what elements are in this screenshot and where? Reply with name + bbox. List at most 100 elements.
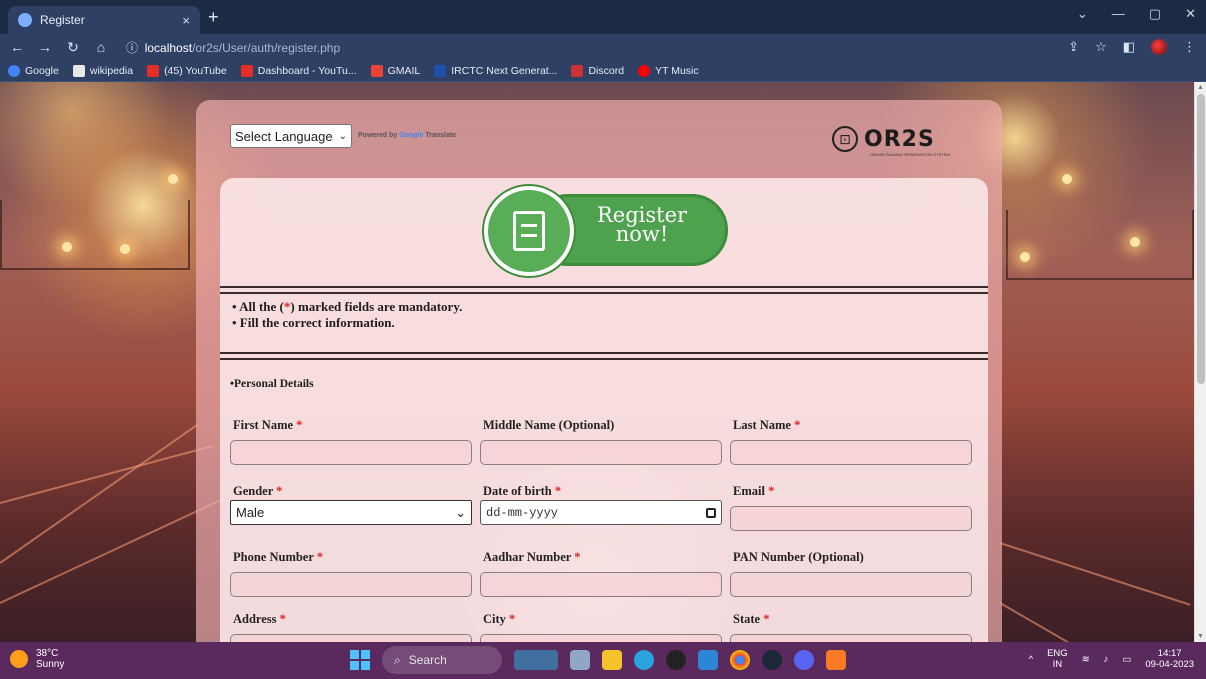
task-view-icon[interactable] bbox=[570, 650, 590, 670]
divider bbox=[220, 286, 988, 288]
tab-favicon-icon bbox=[18, 13, 32, 27]
youtube-studio-icon bbox=[240, 64, 253, 77]
back-icon[interactable]: ← bbox=[6, 39, 28, 55]
tab-close-icon[interactable]: × bbox=[182, 13, 190, 28]
tab-register[interactable]: Register × bbox=[8, 6, 200, 34]
bookmark-gmail[interactable]: GMAIL bbox=[370, 64, 420, 77]
profile-avatar-icon[interactable] bbox=[1151, 39, 1167, 55]
url-field[interactable]: ⓘ localhost/or2s/User/auth/register.php bbox=[126, 39, 340, 56]
youtube-icon bbox=[147, 64, 160, 77]
bookmarks-bar: Google wikipedia (45) YouTube Dashboard … bbox=[0, 60, 1206, 82]
home-icon[interactable]: ⌂ bbox=[90, 39, 112, 55]
telegram-icon[interactable] bbox=[634, 650, 654, 670]
field-middle-name: Middle Name (Optional) bbox=[480, 418, 724, 465]
google-translate-credit[interactable]: Powered by Google Translate bbox=[358, 132, 456, 139]
scroll-down-icon[interactable]: ▼ bbox=[1197, 633, 1204, 640]
gender-select[interactable]: Male ⌄ bbox=[230, 500, 472, 525]
instruction-mandatory: • All the (*) marked fields are mandator… bbox=[232, 299, 463, 314]
volume-icon[interactable]: ♪ bbox=[1104, 654, 1109, 665]
tab-title: Register bbox=[40, 13, 85, 27]
vscode-icon[interactable] bbox=[698, 650, 718, 670]
side-panel-icon[interactable]: ◧ bbox=[1123, 39, 1135, 55]
first-name-input[interactable] bbox=[230, 440, 472, 465]
aadhar-input[interactable] bbox=[480, 572, 722, 597]
search-icon: ⌕ bbox=[394, 652, 401, 667]
light-icon bbox=[62, 242, 72, 252]
register-form-card: Register now! • All the (*) marked field… bbox=[220, 178, 988, 642]
pan-input[interactable] bbox=[730, 572, 972, 597]
url-host: localhost bbox=[144, 40, 193, 55]
language-select[interactable]: Select Language ⌄ bbox=[230, 124, 352, 148]
scrollbar-thumb[interactable] bbox=[1197, 94, 1205, 384]
divider bbox=[220, 352, 988, 354]
form-document-icon bbox=[484, 186, 574, 276]
form-instructions: • All the (*) marked fields are mandator… bbox=[232, 299, 462, 331]
clock[interactable]: 14:17 09-04-2023 bbox=[1145, 648, 1194, 670]
bookmark-youtube[interactable]: (45) YouTube bbox=[147, 64, 227, 77]
gantry bbox=[0, 200, 190, 270]
restore-icon[interactable]: ▢ bbox=[1149, 6, 1161, 22]
bookmark-dashboard[interactable]: Dashboard - YouTu... bbox=[240, 64, 357, 77]
weather-widget[interactable]: 38°C Sunny bbox=[10, 648, 64, 670]
github-icon[interactable] bbox=[666, 650, 686, 670]
irctc-icon bbox=[434, 64, 447, 77]
discord-icon bbox=[571, 64, 584, 77]
field-aadhar: Aadhar Number * bbox=[480, 550, 724, 597]
taskbar: 38°C Sunny ⌕ Search ^ ENG IN ≋ ♪ ▭ 14:17 09… bbox=[0, 642, 1206, 679]
last-name-input[interactable] bbox=[730, 440, 972, 465]
url-path: /or2s/User/auth/register.php bbox=[192, 40, 341, 55]
address-bar: ← → ↻ ⌂ ⓘ localhost/or2s/User/auth/regis… bbox=[0, 34, 1206, 60]
minimize-icon[interactable]: — bbox=[1112, 6, 1125, 22]
chrome-icon[interactable] bbox=[730, 650, 750, 670]
address-input[interactable] bbox=[230, 634, 472, 642]
bookmark-irctc[interactable]: IRCTC Next Generat... bbox=[434, 64, 557, 77]
city-input[interactable] bbox=[480, 634, 722, 642]
phone-input[interactable] bbox=[230, 572, 472, 597]
scroll-up-icon[interactable]: ▲ bbox=[1197, 84, 1204, 91]
middle-name-input[interactable] bbox=[480, 440, 722, 465]
tab-search-icon[interactable]: ⌄ bbox=[1077, 6, 1088, 22]
field-gender: Gender * Male ⌄ bbox=[230, 484, 474, 525]
field-state: State * bbox=[730, 612, 974, 642]
taskbar-search[interactable]: ⌕ Search bbox=[382, 646, 502, 674]
google-icon bbox=[8, 64, 20, 77]
battery-icon[interactable]: ▭ bbox=[1122, 654, 1131, 665]
dob-input[interactable]: dd-mm-yyyy bbox=[480, 500, 722, 525]
discord-icon[interactable] bbox=[794, 650, 814, 670]
reload-icon[interactable]: ↻ bbox=[62, 39, 84, 56]
field-pan: PAN Number (Optional) bbox=[730, 550, 974, 597]
email-input[interactable] bbox=[730, 506, 972, 531]
language-indicator[interactable]: ENG IN bbox=[1047, 648, 1068, 670]
close-window-icon[interactable]: ✕ bbox=[1185, 6, 1196, 22]
state-select[interactable] bbox=[730, 634, 972, 642]
bookmark-google[interactable]: Google bbox=[8, 64, 59, 77]
wifi-icon[interactable]: ≋ bbox=[1082, 654, 1090, 665]
train-icon: ⊡ bbox=[832, 126, 858, 152]
file-explorer-icon[interactable] bbox=[602, 650, 622, 670]
forward-icon[interactable]: → bbox=[34, 39, 56, 55]
steam-icon[interactable] bbox=[762, 650, 782, 670]
bookmark-yt-music[interactable]: YT Music bbox=[638, 64, 699, 77]
field-dob: Date of birth * dd-mm-yyyy bbox=[480, 484, 724, 525]
bookmark-star-icon[interactable]: ☆ bbox=[1095, 39, 1107, 55]
chevron-up-icon[interactable]: ^ bbox=[1029, 654, 1033, 665]
widgets-icon[interactable] bbox=[514, 650, 558, 670]
register-panel: Select Language ⌄ Powered by Google Tran… bbox=[196, 100, 1002, 642]
calendar-icon[interactable] bbox=[706, 507, 716, 518]
windows-start-icon[interactable] bbox=[350, 650, 370, 670]
page-scrollbar[interactable]: ▲ ▼ bbox=[1194, 82, 1206, 642]
gantry bbox=[1006, 210, 1194, 280]
bookmark-wikipedia[interactable]: wikipedia bbox=[72, 64, 133, 77]
document-pen-icon bbox=[513, 211, 545, 251]
new-tab-button[interactable]: + bbox=[208, 7, 219, 28]
chevron-down-icon: ⌄ bbox=[338, 130, 347, 142]
field-address: Address * bbox=[230, 612, 474, 642]
register-now-badge: Register now! bbox=[484, 186, 730, 276]
xampp-icon[interactable] bbox=[826, 650, 846, 670]
menu-kebab-icon[interactable]: ⋮ bbox=[1183, 39, 1196, 55]
site-info-icon[interactable]: ⓘ bbox=[126, 41, 138, 55]
bookmark-discord[interactable]: Discord bbox=[571, 64, 624, 77]
share-icon[interactable]: ⇪ bbox=[1068, 39, 1079, 55]
rail-line bbox=[999, 602, 1174, 642]
badge-label: Register now! bbox=[596, 203, 688, 246]
